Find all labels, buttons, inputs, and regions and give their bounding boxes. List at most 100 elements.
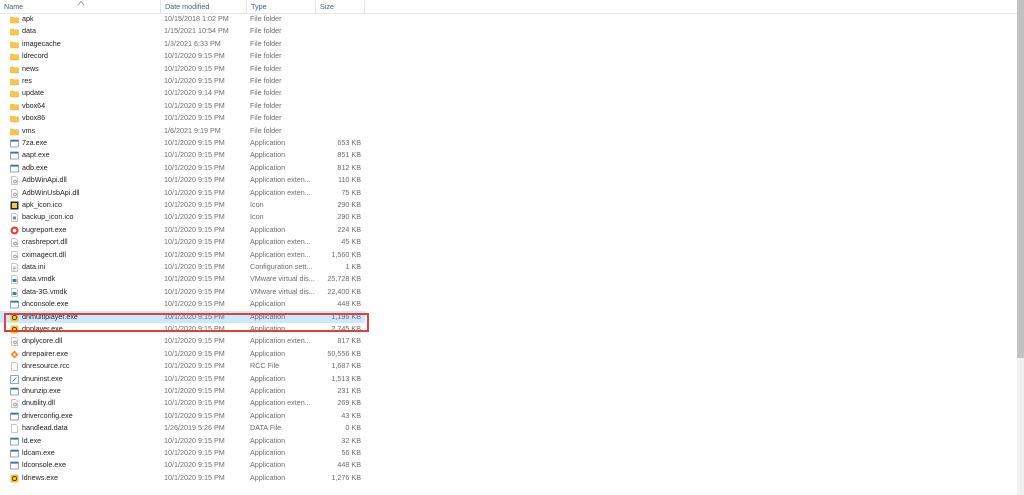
file-row[interactable]: data.vmdk 10/1/2020 9:15 PM VMware virtual… (0, 273, 365, 285)
file-row[interactable]: cximagecrt.dll 10/1/2020 9:15 PM Applicati… (0, 249, 365, 261)
column-type-header[interactable]: Type (247, 0, 316, 13)
file-row[interactable]: dnrepairer.exe 10/1/2020 9:15 PM Applicati… (0, 348, 365, 360)
file-name: data (22, 26, 36, 36)
file-row[interactable]: news 10/1/2020 9:15 PM File folder (0, 63, 365, 75)
file-row[interactable]: dnunzip.exe 10/1/2020 9:15 PM Application 2… (0, 385, 365, 397)
file-row[interactable]: 7za.exe 10/1/2020 9:15 PM Application 653 K… (0, 137, 365, 149)
file-date-modified: 10/1/2020 9:15 PM (164, 175, 225, 185)
file-date-modified: 10/1/2020 9:15 PM (164, 113, 225, 123)
file-name: ldrecord (22, 51, 48, 61)
file-name: dnresource.rcc (22, 361, 70, 371)
file-row[interactable]: dnuninst.exe 10/1/2020 9:15 PM Application… (0, 373, 365, 385)
column-name-header[interactable]: Name (0, 0, 161, 13)
file-size (318, 112, 361, 124)
file-row[interactable]: AdbWinUsbApi.dll 10/1/2020 9:15 PM Applica… (0, 187, 365, 199)
file-row[interactable]: apk_icon.ico 10/1/2020 9:15 PM Icon 290 KB (0, 199, 365, 211)
file-row[interactable]: dnplayer.exe 10/1/2020 9:15 PM Application… (0, 323, 365, 335)
file-size: 231 KB (337, 386, 361, 395)
file-date-modified: 10/1/2020 9:15 PM (164, 472, 225, 482)
file-row[interactable]: update 10/1/2020 9:14 PM File folder (0, 87, 365, 99)
file-name: dnrepairer.exe (22, 348, 68, 358)
file-date-modified: 1/3/2021 6:33 PM (164, 38, 221, 48)
file-row[interactable]: imagecache 1/3/2021 6:33 PM File folder (0, 38, 365, 50)
scrollbar-thumb[interactable] (1017, 0, 1024, 358)
file-size: 2,745 KB (331, 324, 361, 333)
file-type: Application (250, 410, 286, 420)
file-row[interactable]: dnutility.dll 10/1/2020 9:15 PM Applicatio… (0, 397, 365, 409)
file-row[interactable]: dnconsole.exe 10/1/2020 9:15 PM Applicatio… (0, 298, 365, 310)
file-row[interactable]: ldconsole.exe 10/1/2020 9:15 PM Applicatio… (0, 459, 365, 471)
file-size (318, 38, 361, 50)
file-date-modified: 10/1/2020 9:15 PM (164, 150, 225, 160)
vertical-scrollbar[interactable] (1017, 0, 1024, 495)
file-date-modified: 10/1/2020 9:15 PM (164, 373, 225, 383)
file-row[interactable]: ldcam.exe 10/1/2020 9:15 PM Application 56 … (0, 447, 365, 459)
file-type: Application (250, 162, 286, 172)
file-name: ldcam.exe (22, 448, 55, 457)
file-type: File folder (250, 38, 282, 48)
file-row[interactable]: driverconfig.exe 10/1/2020 9:15 PM Applica… (0, 410, 365, 422)
file-type: Application (250, 386, 286, 395)
file-size (318, 87, 361, 99)
file-row[interactable]: vbox64 10/1/2020 9:15 PM File folder (0, 100, 365, 112)
file-size: 1,560 KB (331, 249, 361, 259)
file-row[interactable]: dnresource.rcc 10/1/2020 9:15 PM RCC File 1… (0, 360, 365, 372)
file-row[interactable]: handlead.data 1/26/2019 5:26 PM DATA File 0… (0, 422, 365, 434)
application-icon (10, 461, 19, 470)
bugreport-icon (10, 226, 19, 235)
file-row[interactable]: crashreport.dll 10/1/2020 9:15 PM Applicat… (0, 236, 365, 248)
ldplayer-icon (10, 474, 19, 483)
file-type: File folder (250, 113, 282, 123)
file-date-modified: 10/15/2018 1:02 PM (164, 14, 229, 23)
file-name: crashreport.dll (22, 237, 68, 247)
file-type: Application (250, 435, 286, 445)
file-type: VMware virtual dis... (250, 286, 315, 296)
file-row[interactable]: data 1/15/2021 10:54 PM File folder (0, 25, 365, 37)
file-row[interactable]: adb.exe 10/1/2020 9:15 PM Application 812 K… (0, 162, 365, 174)
file-row[interactable]: AdbWinApi.dll 10/1/2020 9:15 PM Applicatio… (0, 174, 365, 186)
file-date-modified: 10/1/2020 9:15 PM (164, 348, 225, 358)
file-row[interactable]: backup_icon.ico 10/1/2020 9:15 PM Icon 290 … (0, 211, 365, 223)
file-type: Application (250, 150, 286, 160)
application-icon (10, 437, 19, 446)
file-row[interactable]: dnplycore.dll 10/1/2020 9:15 PM Applicatio… (0, 335, 365, 347)
file-name: AdbWinApi.dll (22, 175, 67, 185)
file-row[interactable]: bugreport.exe 10/1/2020 9:15 PM Applicatio… (0, 224, 365, 236)
file-row[interactable]: data.ini 10/1/2020 9:15 PM Configuration s… (0, 261, 365, 273)
file-name: bugreport.exe (22, 224, 67, 234)
blank-file-icon (10, 362, 19, 371)
file-size: 25,728 KB (327, 274, 361, 284)
file-size: 1,687 KB (331, 361, 361, 371)
file-date-modified: 10/1/2020 9:15 PM (164, 237, 225, 247)
file-row[interactable]: aapt.exe 10/1/2020 9:15 PM Application 851 … (0, 149, 365, 161)
file-date-modified: 10/1/2020 9:15 PM (164, 138, 225, 147)
file-name: driverconfig.exe (22, 410, 73, 420)
folder-icon (10, 102, 19, 111)
file-size: 32 KB (341, 435, 361, 445)
file-row[interactable]: apk 10/15/2018 1:02 PM File folder (0, 13, 365, 25)
file-row[interactable]: ldnews.exe 10/1/2020 9:15 PM Application 1,… (0, 472, 365, 484)
file-type: Application (250, 311, 286, 321)
folder-icon (10, 52, 19, 61)
file-size (318, 100, 361, 112)
column-date-header[interactable]: Date modified (161, 0, 247, 13)
file-type: DATA File (250, 423, 282, 433)
file-type: VMware virtual dis... (250, 274, 315, 284)
file-name: AdbWinUsbApi.dll (22, 187, 80, 197)
folder-icon (10, 65, 19, 74)
file-row[interactable]: vbox86 10/1/2020 9:15 PM File folder (0, 112, 365, 124)
ini-icon (10, 263, 19, 272)
column-size-header[interactable]: Size (316, 0, 365, 13)
file-type: Application (250, 448, 286, 457)
file-row[interactable]: res 10/1/2020 9:15 PM File folder (0, 75, 365, 87)
file-row[interactable]: ldrecord 10/1/2020 9:15 PM File folder (0, 50, 365, 62)
file-row[interactable]: vms 1/6/2021 9:19 PM File folder (0, 125, 365, 137)
file-row-selected[interactable]: dnmultiplayer.exe 10/1/2020 9:15 PM Applic… (0, 310, 365, 323)
file-size: 0 KB (345, 423, 361, 433)
file-date-modified: 10/1/2020 9:15 PM (164, 212, 225, 222)
file-size: 817 KB (337, 336, 361, 346)
file-date-modified: 10/1/2020 9:15 PM (164, 286, 225, 296)
file-type: RCC File (250, 361, 280, 371)
file-row[interactable]: data-3G.vmdk 10/1/2020 9:15 PM VMware virt… (0, 286, 365, 298)
file-row[interactable]: ld.exe 10/1/2020 9:15 PM Application 32 KB (0, 435, 365, 447)
